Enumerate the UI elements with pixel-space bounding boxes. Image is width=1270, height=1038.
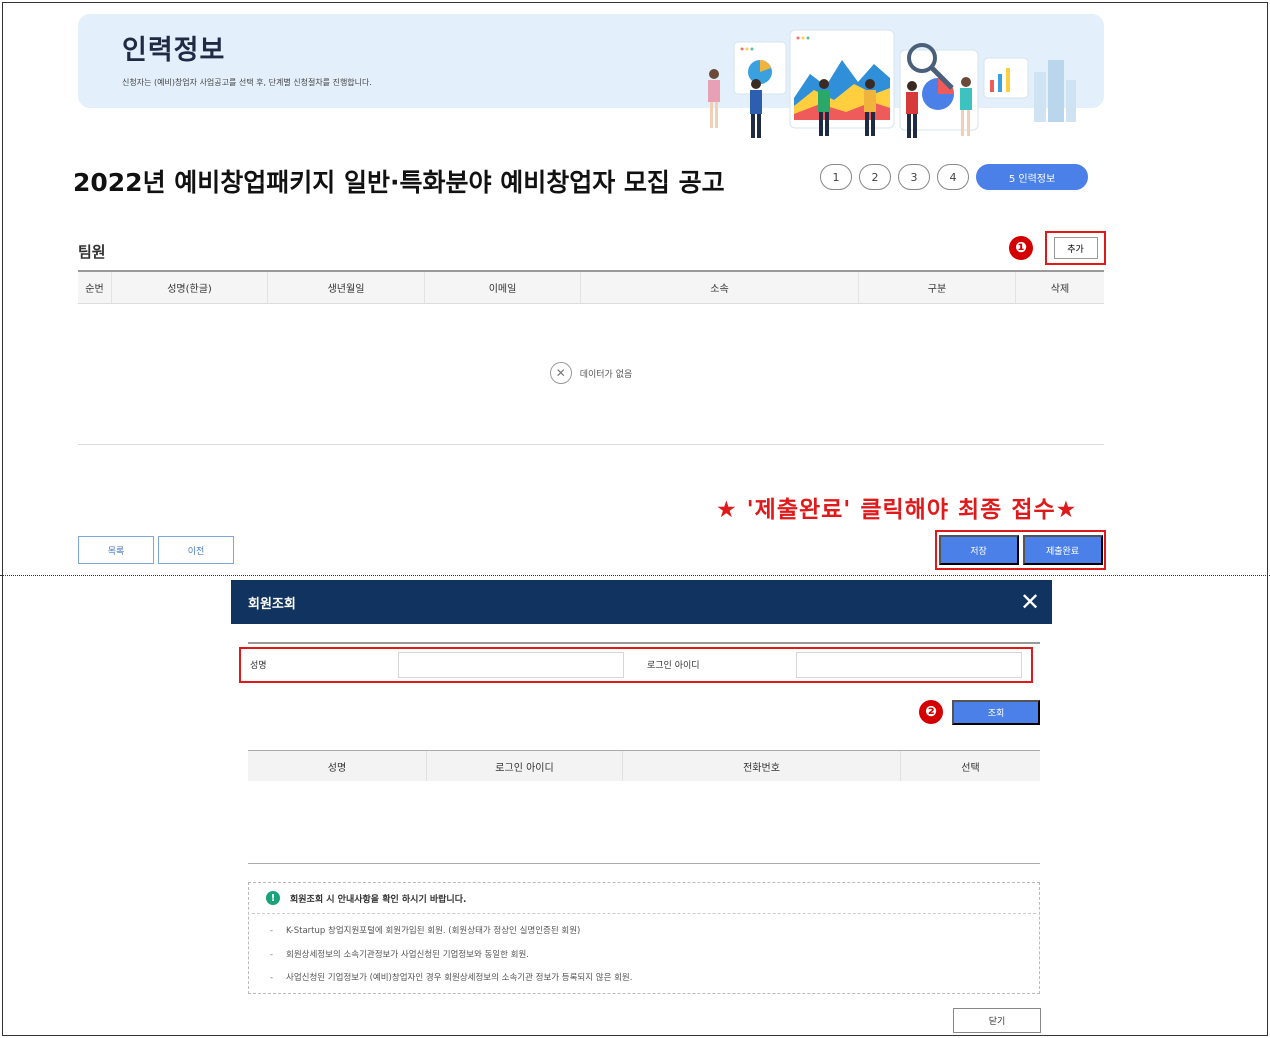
annotation-badge-2: ❷ — [919, 700, 943, 724]
col-email: 이메일 — [425, 272, 581, 303]
section-divider — [0, 575, 1270, 576]
banner-illustration — [708, 29, 1076, 138]
col-category: 구분 — [859, 272, 1016, 303]
notice-title-text: 회원조회 시 안내사항을 확인 하시기 바랍니다. — [290, 894, 467, 905]
col-affiliation: 소속 — [581, 272, 859, 303]
close-icon[interactable]: ✕ — [1016, 588, 1044, 616]
step-4: 4 — [937, 164, 969, 190]
col-index: 순번 — [78, 272, 112, 303]
no-data-text: 데이터가 없음 — [579, 369, 633, 380]
search-form-top-border — [248, 642, 1040, 644]
close-button[interactable]: 닫기 — [953, 1008, 1041, 1033]
col-member-select: 선택 — [961, 762, 980, 774]
team-table-header: 순번 성명(한글) 생년월일 이메일 소속 구분 삭제 — [78, 272, 1104, 304]
page-description: 신청자는 (예비)창업자 사업공고를 선택 후, 단계별 신청절차를 진행합니다… — [122, 78, 372, 87]
notice-item: - 회원상세정보의 소속기관정보가 사업신청된 기업정보와 동일한 회원. — [270, 950, 529, 960]
notice-divider — [252, 913, 1036, 914]
member-table-body — [248, 781, 1040, 864]
list-button[interactable]: 목록 — [78, 536, 154, 564]
col-member-name: 성명 — [248, 751, 427, 781]
login-id-input[interactable] — [796, 652, 1022, 678]
team-table-empty-state: ✕ 데이터가 없음 — [78, 302, 1104, 445]
name-input[interactable] — [398, 652, 624, 678]
step-indicator: 1 2 3 4 5 인력정보 — [820, 164, 1088, 190]
col-member-login-id: 로그인 아이디 — [427, 751, 623, 781]
add-member-button[interactable]: 추가 — [1053, 237, 1098, 259]
notice-item: - K-Startup 창업지원포털에 회원가입된 회원. (회원상태가 정상인 … — [270, 926, 581, 936]
name-label: 성명 — [250, 661, 267, 671]
login-id-label: 로그인 아이디 — [647, 661, 700, 671]
screenshot-frame — [2, 2, 1268, 1036]
annotation-badge-1: ❶ — [1009, 236, 1033, 260]
page-title: 인력정보 — [122, 35, 226, 66]
col-name: 성명(한글) — [112, 272, 268, 303]
notice-header: ! 회원조회 시 안내사항을 확인 하시기 바랍니다. — [266, 891, 466, 905]
col-delete: 삭제 — [1050, 284, 1070, 295]
action-buttons-highlight: 저장 제출완료 — [935, 530, 1106, 570]
previous-button[interactable]: 이전 — [158, 536, 234, 564]
member-results-table: 성명 로그인 아이디 전화번호 선택 — [248, 750, 1040, 864]
notice-item: - 사업신청된 기업정보가 (예비)창업자인 경우 회원상세정보의 소속기관 정보… — [270, 973, 633, 983]
modal-title: 회원조회 — [248, 597, 296, 612]
col-birthdate: 생년월일 — [268, 272, 425, 303]
info-icon: ! — [266, 891, 280, 905]
member-table-header: 성명 로그인 아이디 전화번호 선택 — [248, 751, 1040, 781]
step-1: 1 — [820, 164, 852, 190]
no-data-icon: ✕ — [549, 362, 572, 384]
save-button[interactable]: 저장 — [938, 535, 1019, 565]
notice-title: 2022년 예비창업패키지 일반·특화분야 예비창업자 모집 공고 — [73, 168, 725, 197]
search-button[interactable]: 조회 — [952, 700, 1040, 725]
col-member-phone: 전화번호 — [623, 751, 901, 781]
modal-header — [231, 580, 1052, 624]
team-table: 순번 성명(한글) 생년월일 이메일 소속 구분 삭제 — [78, 270, 1104, 304]
step-3: 3 — [898, 164, 930, 190]
step-5-active: 5 인력정보 — [976, 164, 1088, 190]
submit-instruction-note: ★ '제출완료' 클릭해야 최종 접수★ — [716, 497, 1078, 523]
team-section-label: 팀원 — [78, 243, 106, 261]
add-button-highlight: 추가 — [1045, 231, 1106, 265]
step-2: 2 — [859, 164, 891, 190]
submit-complete-button[interactable]: 제출완료 — [1022, 535, 1103, 565]
